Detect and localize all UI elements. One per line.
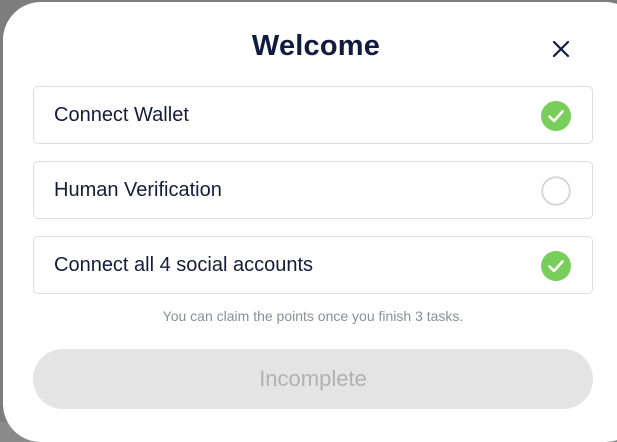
incomplete-button[interactable]: Incomplete [33,349,593,409]
empty-circle-icon [541,176,571,206]
task-connect-social-accounts[interactable]: Connect all 4 social accounts [33,236,593,294]
task-label: Connect Wallet [54,104,189,126]
task-label: Connect all 4 social accounts [54,254,314,276]
claim-hint-text: You can claim the points once you finish… [162,308,464,324]
check-circle-icon [541,101,571,131]
check-circle-icon [541,251,571,281]
task-human-verification[interactable]: Human Verification [33,161,593,219]
task-label: Human Verification [54,179,222,201]
close-button[interactable] [550,38,572,60]
task-connect-wallet[interactable]: Connect Wallet [33,86,593,144]
welcome-modal: Welcome Connect Wallet Human Verificatio… [3,2,617,442]
modal-title: Welcome [251,30,381,62]
close-icon [552,40,570,58]
